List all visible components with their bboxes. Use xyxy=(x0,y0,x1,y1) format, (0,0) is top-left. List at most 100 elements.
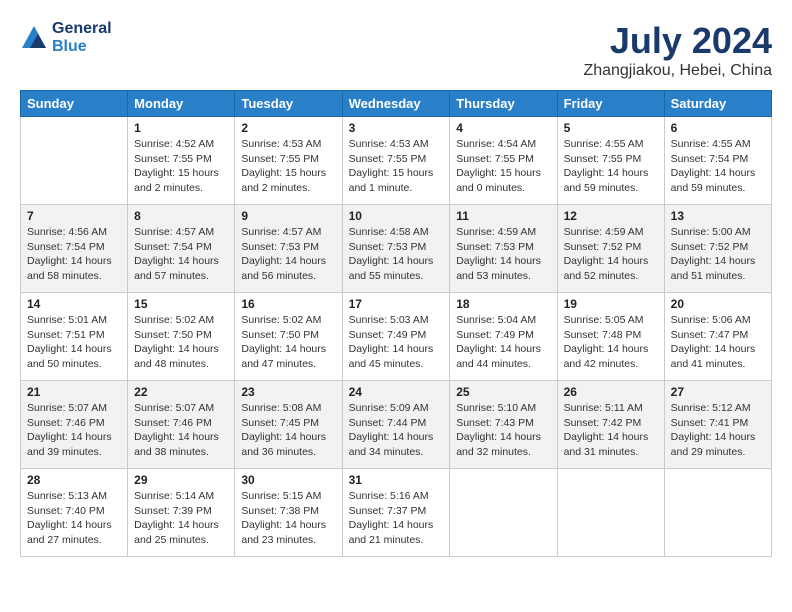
day-info: Sunrise: 5:15 AMSunset: 7:38 PMDaylight:… xyxy=(241,489,335,548)
day-info: Sunrise: 5:04 AMSunset: 7:49 PMDaylight:… xyxy=(456,313,550,372)
day-number: 25 xyxy=(456,385,550,399)
calendar-cell: 3 Sunrise: 4:53 AMSunset: 7:55 PMDaylight… xyxy=(342,117,450,205)
title-block: July 2024 Zhangjiakou, Hebei, China xyxy=(583,20,772,80)
header-tuesday: Tuesday xyxy=(235,91,342,117)
day-number: 4 xyxy=(456,121,550,135)
day-number: 30 xyxy=(241,473,335,487)
day-number: 17 xyxy=(349,297,444,311)
day-info: Sunrise: 4:57 AMSunset: 7:53 PMDaylight:… xyxy=(241,225,335,284)
page-header: General Blue July 2024 Zhangjiakou, Hebe… xyxy=(20,20,772,80)
calendar-cell xyxy=(664,469,771,557)
calendar-cell: 25 Sunrise: 5:10 AMSunset: 7:43 PMDayligh… xyxy=(450,381,557,469)
day-info: Sunrise: 5:14 AMSunset: 7:39 PMDaylight:… xyxy=(134,489,228,548)
calendar-week-1: 1 Sunrise: 4:52 AMSunset: 7:55 PMDaylight… xyxy=(21,117,772,205)
main-title: July 2024 xyxy=(583,20,772,62)
day-info: Sunrise: 4:53 AMSunset: 7:55 PMDaylight:… xyxy=(241,137,335,196)
calendar-cell: 27 Sunrise: 5:12 AMSunset: 7:41 PMDayligh… xyxy=(664,381,771,469)
calendar-table: SundayMondayTuesdayWednesdayThursdayFrid… xyxy=(20,90,772,557)
calendar-cell: 1 Sunrise: 4:52 AMSunset: 7:55 PMDaylight… xyxy=(128,117,235,205)
calendar-cell xyxy=(450,469,557,557)
calendar-cell: 8Sunrise: 4:57 AMSunset: 7:54 PMDaylight… xyxy=(128,205,235,293)
calendar-cell: 24Sunrise: 5:09 AMSunset: 7:44 PMDayligh… xyxy=(342,381,450,469)
calendar-cell: 9 Sunrise: 4:57 AMSunset: 7:53 PMDaylight… xyxy=(235,205,342,293)
day-number: 11 xyxy=(456,209,550,223)
calendar-cell: 19Sunrise: 5:05 AMSunset: 7:48 PMDayligh… xyxy=(557,293,664,381)
day-number: 3 xyxy=(349,121,444,135)
logo-icon xyxy=(20,24,48,52)
calendar-cell: 12 Sunrise: 4:59 AMSunset: 7:52 PMDayligh… xyxy=(557,205,664,293)
calendar-week-5: 28 Sunrise: 5:13 AMSunset: 7:40 PMDayligh… xyxy=(21,469,772,557)
calendar-cell xyxy=(557,469,664,557)
day-number: 15 xyxy=(134,297,228,311)
day-info: Sunrise: 5:06 AMSunset: 7:47 PMDaylight:… xyxy=(671,313,765,372)
calendar-cell: 18 Sunrise: 5:04 AMSunset: 7:49 PMDayligh… xyxy=(450,293,557,381)
day-info: Sunrise: 5:01 AMSunset: 7:51 PMDaylight:… xyxy=(27,313,121,372)
day-info: Sunrise: 5:12 AMSunset: 7:41 PMDaylight:… xyxy=(671,401,765,460)
day-number: 13 xyxy=(671,209,765,223)
calendar-cell: 23Sunrise: 5:08 AMSunset: 7:45 PMDayligh… xyxy=(235,381,342,469)
day-number: 12 xyxy=(564,209,658,223)
day-number: 21 xyxy=(27,385,121,399)
header-sunday: Sunday xyxy=(21,91,128,117)
calendar-cell: 15 Sunrise: 5:02 AMSunset: 7:50 PMDayligh… xyxy=(128,293,235,381)
day-number: 31 xyxy=(349,473,444,487)
day-number: 8 xyxy=(134,209,228,223)
logo: General Blue xyxy=(20,20,112,56)
calendar-cell: 26Sunrise: 5:11 AMSunset: 7:42 PMDayligh… xyxy=(557,381,664,469)
day-number: 6 xyxy=(671,121,765,135)
day-info: Sunrise: 5:02 AMSunset: 7:50 PMDaylight:… xyxy=(241,313,335,372)
calendar-cell: 20 Sunrise: 5:06 AMSunset: 7:47 PMDayligh… xyxy=(664,293,771,381)
day-number: 1 xyxy=(134,121,228,135)
day-info: Sunrise: 4:59 AMSunset: 7:52 PMDaylight:… xyxy=(564,225,658,284)
day-number: 5 xyxy=(564,121,658,135)
calendar-cell: 17Sunrise: 5:03 AMSunset: 7:49 PMDayligh… xyxy=(342,293,450,381)
calendar-cell: 4 Sunrise: 4:54 AMSunset: 7:55 PMDaylight… xyxy=(450,117,557,205)
day-info: Sunrise: 5:05 AMSunset: 7:48 PMDaylight:… xyxy=(564,313,658,372)
day-number: 9 xyxy=(241,209,335,223)
day-number: 10 xyxy=(349,209,444,223)
day-number: 28 xyxy=(27,473,121,487)
calendar-cell: 28 Sunrise: 5:13 AMSunset: 7:40 PMDayligh… xyxy=(21,469,128,557)
subtitle: Zhangjiakou, Hebei, China xyxy=(583,62,772,80)
header-friday: Friday xyxy=(557,91,664,117)
calendar-cell: 10 Sunrise: 4:58 AMSunset: 7:53 PMDayligh… xyxy=(342,205,450,293)
calendar-cell: 11 Sunrise: 4:59 AMSunset: 7:53 PMDayligh… xyxy=(450,205,557,293)
day-info: Sunrise: 4:53 AMSunset: 7:55 PMDaylight:… xyxy=(349,137,444,196)
calendar-cell: 2 Sunrise: 4:53 AMSunset: 7:55 PMDaylight… xyxy=(235,117,342,205)
day-info: Sunrise: 5:00 AMSunset: 7:52 PMDaylight:… xyxy=(671,225,765,284)
calendar-week-2: 7 Sunrise: 4:56 AMSunset: 7:54 PMDaylight… xyxy=(21,205,772,293)
day-number: 18 xyxy=(456,297,550,311)
header-monday: Monday xyxy=(128,91,235,117)
calendar-week-4: 21 Sunrise: 5:07 AMSunset: 7:46 PMDayligh… xyxy=(21,381,772,469)
calendar-cell: 22 Sunrise: 5:07 AMSunset: 7:46 PMDayligh… xyxy=(128,381,235,469)
header-wednesday: Wednesday xyxy=(342,91,450,117)
day-number: 27 xyxy=(671,385,765,399)
calendar-cell: 7 Sunrise: 4:56 AMSunset: 7:54 PMDaylight… xyxy=(21,205,128,293)
day-number: 20 xyxy=(671,297,765,311)
day-number: 22 xyxy=(134,385,228,399)
calendar-cell: 30 Sunrise: 5:15 AMSunset: 7:38 PMDayligh… xyxy=(235,469,342,557)
day-info: Sunrise: 5:16 AMSunset: 7:37 PMDaylight:… xyxy=(349,489,444,548)
day-info: Sunrise: 5:13 AMSunset: 7:40 PMDaylight:… xyxy=(27,489,121,548)
day-info: Sunrise: 5:07 AMSunset: 7:46 PMDaylight:… xyxy=(134,401,228,460)
day-number: 2 xyxy=(241,121,335,135)
day-info: Sunrise: 5:10 AMSunset: 7:43 PMDaylight:… xyxy=(456,401,550,460)
day-info: Sunrise: 4:55 AMSunset: 7:55 PMDaylight:… xyxy=(564,137,658,196)
day-info: Sunrise: 5:07 AMSunset: 7:46 PMDaylight:… xyxy=(27,401,121,460)
calendar-cell: 21 Sunrise: 5:07 AMSunset: 7:46 PMDayligh… xyxy=(21,381,128,469)
day-number: 23 xyxy=(241,385,335,399)
header-thursday: Thursday xyxy=(450,91,557,117)
calendar-cell: 16Sunrise: 5:02 AMSunset: 7:50 PMDayligh… xyxy=(235,293,342,381)
calendar-cell: 6Sunrise: 4:55 AMSunset: 7:54 PMDaylight… xyxy=(664,117,771,205)
header-saturday: Saturday xyxy=(664,91,771,117)
day-info: Sunrise: 4:58 AMSunset: 7:53 PMDaylight:… xyxy=(349,225,444,284)
day-info: Sunrise: 4:54 AMSunset: 7:55 PMDaylight:… xyxy=(456,137,550,196)
day-number: 29 xyxy=(134,473,228,487)
day-info: Sunrise: 4:59 AMSunset: 7:53 PMDaylight:… xyxy=(456,225,550,284)
day-info: Sunrise: 5:02 AMSunset: 7:50 PMDaylight:… xyxy=(134,313,228,372)
day-number: 7 xyxy=(27,209,121,223)
day-info: Sunrise: 4:56 AMSunset: 7:54 PMDaylight:… xyxy=(27,225,121,284)
day-info: Sunrise: 4:52 AMSunset: 7:55 PMDaylight:… xyxy=(134,137,228,196)
day-number: 14 xyxy=(27,297,121,311)
calendar-cell: 5 Sunrise: 4:55 AMSunset: 7:55 PMDaylight… xyxy=(557,117,664,205)
